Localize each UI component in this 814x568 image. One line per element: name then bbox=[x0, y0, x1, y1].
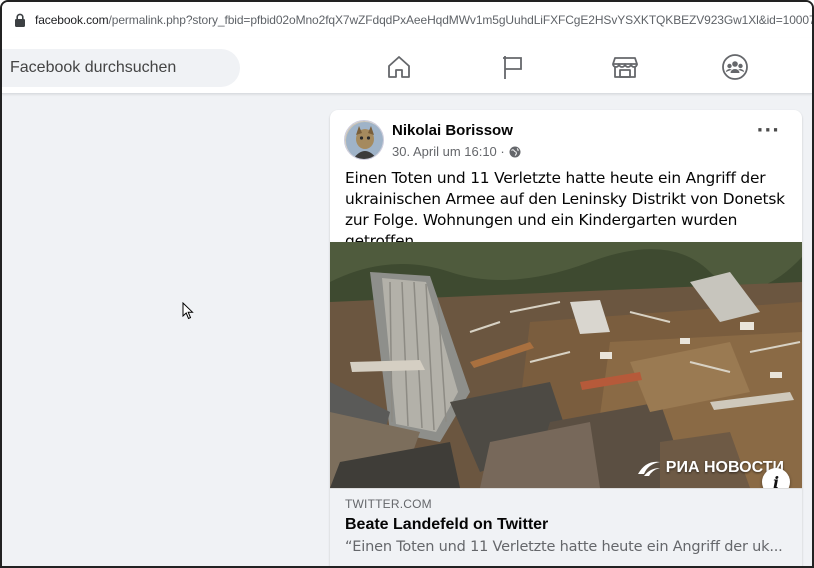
browser-window: facebook.com/permalink.php?story_fbid=pf… bbox=[0, 0, 814, 568]
link-description: “Einen Toten und 11 Verletzte hatte heut… bbox=[345, 539, 783, 555]
post-card: Nikolai Borissow 30. April um 16:10 · ··… bbox=[330, 110, 802, 566]
info-icon[interactable]: i bbox=[762, 468, 790, 488]
ria-logo-icon bbox=[637, 461, 660, 476]
link-preview[interactable]: TWITTER.COM Beate Landefeld on Twitter “… bbox=[330, 488, 802, 566]
post-timestamp[interactable]: 30. April um 16:10 · bbox=[392, 144, 505, 159]
globe-icon bbox=[509, 146, 521, 157]
pages-flag-icon[interactable] bbox=[496, 52, 530, 82]
rubble-photo bbox=[330, 242, 802, 488]
url-text[interactable]: facebook.com/permalink.php?story_fbid=pf… bbox=[35, 13, 812, 27]
ria-watermark: РИА НОВОСТИ bbox=[636, 458, 784, 478]
post-meta: 30. April um 16:10 · bbox=[392, 144, 521, 159]
top-navigation bbox=[2, 38, 812, 94]
author-avatar[interactable] bbox=[344, 120, 384, 160]
address-bar[interactable]: facebook.com/permalink.php?story_fbid=pf… bbox=[2, 2, 812, 38]
lock-icon bbox=[15, 13, 25, 27]
post-author[interactable]: Nikolai Borissow bbox=[392, 122, 513, 139]
marketplace-icon[interactable] bbox=[608, 52, 642, 82]
post-image[interactable]: РИА НОВОСТИ i bbox=[330, 242, 802, 488]
post-text: Einen Toten und 11 Verletzte hatte heute… bbox=[345, 169, 785, 250]
link-title[interactable]: Beate Landefeld on Twitter bbox=[345, 516, 787, 534]
groups-icon[interactable] bbox=[718, 52, 752, 82]
link-domain: TWITTER.COM bbox=[345, 497, 432, 511]
url-path: /permalink.php?story_fbid=pfbid02oMno2fq… bbox=[108, 13, 812, 27]
home-icon[interactable] bbox=[382, 52, 416, 82]
more-options-button[interactable]: ··· bbox=[756, 122, 780, 140]
mouse-cursor-icon bbox=[182, 302, 194, 320]
search-input[interactable] bbox=[2, 49, 240, 87]
url-host: facebook.com bbox=[35, 13, 109, 27]
